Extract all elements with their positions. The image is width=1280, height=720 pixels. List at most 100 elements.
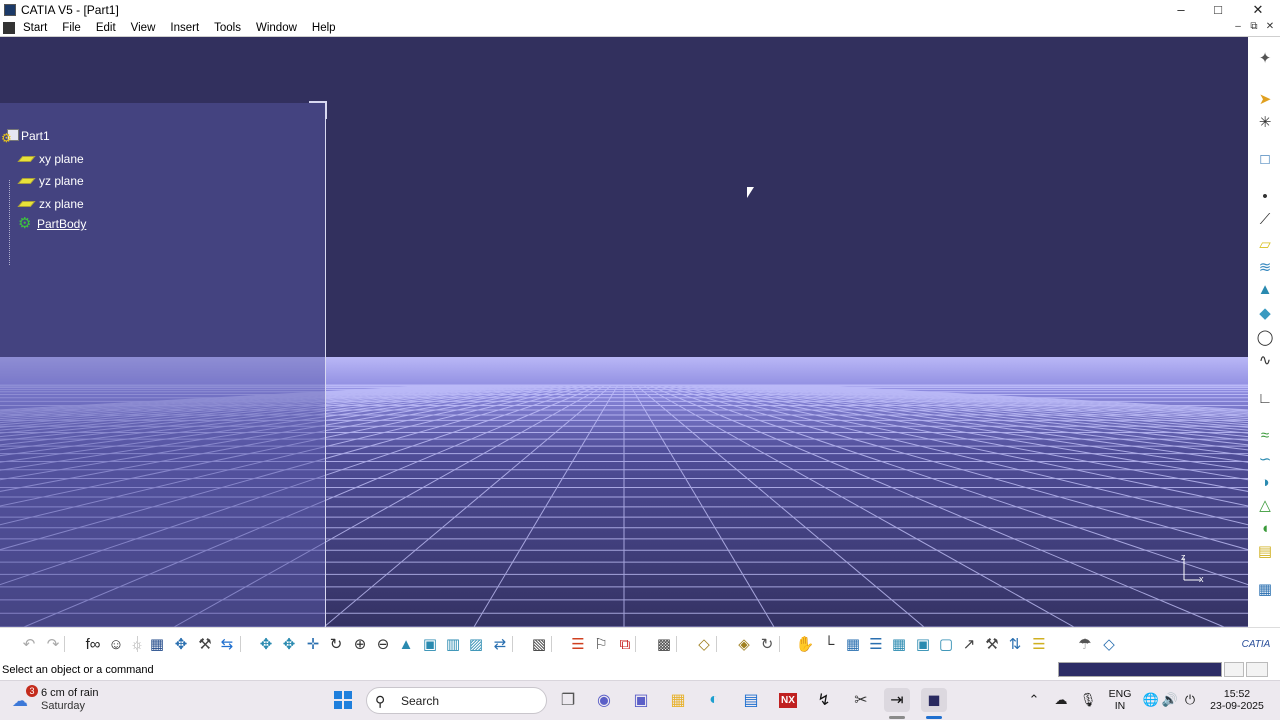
sketcher-icon[interactable]: ✳ xyxy=(1256,114,1274,132)
sweep-icon[interactable]: ∽ xyxy=(1256,451,1274,469)
properties-icon[interactable]: ☰ xyxy=(569,636,587,654)
redo-icon[interactable]: ↷ xyxy=(44,636,62,654)
tree-node-yz-plane[interactable]: yz plane xyxy=(17,174,84,188)
multi-section-icon[interactable]: △ xyxy=(1256,497,1274,515)
zoom-in-icon[interactable]: ⊕ xyxy=(351,636,369,654)
swap-icon[interactable]: ⇄ xyxy=(491,636,509,654)
update-icon[interactable]: ↻ xyxy=(758,636,776,654)
grid-icon[interactable]: ▦ xyxy=(844,636,862,654)
menu-tools[interactable]: Tools xyxy=(214,22,241,34)
store-icon[interactable]: ▤ xyxy=(738,688,764,712)
knowledge-icon[interactable]: ☺ xyxy=(107,636,125,654)
tree-node-part1[interactable]: Part1 xyxy=(1,129,50,145)
catia-icon[interactable]: ◼ xyxy=(921,688,947,712)
snapshot-icon[interactable]: ⧉ xyxy=(616,636,634,654)
battery-icon[interactable]: ⏻ xyxy=(1182,691,1198,709)
snipping-tool-icon[interactable]: ✂ xyxy=(848,688,874,712)
explode-icon[interactable]: ✋ xyxy=(796,636,815,654)
volume-icon[interactable]: 🔊 xyxy=(1162,691,1178,709)
chevron-up-icon[interactable]: ⌃ xyxy=(1026,691,1042,709)
point-icon[interactable]: • xyxy=(1256,188,1274,206)
nx-icon[interactable]: NX xyxy=(775,688,801,712)
catalog-browser-icon[interactable]: ☰ xyxy=(1030,636,1048,654)
projection-icon[interactable]: ≋ xyxy=(1256,259,1274,277)
clock[interactable]: 15:52 23-09-2025 xyxy=(1208,688,1266,712)
fill-icon[interactable]: ≈ xyxy=(1256,427,1274,445)
layer-icon[interactable]: ▧ xyxy=(530,636,548,654)
intersection-icon[interactable]: ◆ xyxy=(1256,305,1274,323)
menu-edit[interactable]: Edit xyxy=(96,22,116,34)
doc-minimize-button[interactable]: – xyxy=(1231,21,1245,32)
rotate-icon[interactable]: ↻ xyxy=(327,636,345,654)
microphone-icon[interactable]: 🎙 xyxy=(1080,691,1097,709)
teams-icon[interactable]: ▣ xyxy=(628,688,654,712)
tree-icon[interactable]: ✥ xyxy=(172,636,190,654)
line-icon[interactable]: ⟋ xyxy=(1256,211,1274,229)
catalog-icon[interactable]: ▦ xyxy=(1256,581,1274,599)
axis-system-icon[interactable]: └ xyxy=(820,636,838,654)
command-input[interactable] xyxy=(1058,662,1222,677)
plane-icon[interactable]: ▱ xyxy=(1256,236,1274,254)
terminal-icon[interactable]: ⇥ xyxy=(884,688,910,712)
edge-icon[interactable]: ◐ xyxy=(701,688,727,712)
hide-show-icon[interactable]: ▨ xyxy=(467,636,485,654)
isometric-icon[interactable]: ▣ xyxy=(421,636,439,654)
solidworks-icon[interactable]: ↯ xyxy=(811,688,837,712)
start-button[interactable] xyxy=(330,688,356,712)
3d-viewport[interactable]: Part1 xy plane yz plane zx plane ⚙ PartB… xyxy=(0,37,1248,627)
geometry-icon[interactable]: ◇ xyxy=(1100,636,1118,654)
onedrive-icon[interactable]: ☁ xyxy=(1053,691,1069,709)
sketch-tools-icon[interactable]: ⚒ xyxy=(983,636,1001,654)
corner-icon[interactable]: ∟ xyxy=(1256,390,1274,408)
chat-icon[interactable]: ◉ xyxy=(591,688,617,712)
dimension-icon[interactable]: ↗ xyxy=(960,636,978,654)
constraint-icon[interactable]: ⚐ xyxy=(592,636,610,654)
command-options-button[interactable] xyxy=(1246,662,1268,677)
dimension-parameters-icon[interactable]: ☂ xyxy=(1076,636,1094,654)
undo-icon[interactable]: ↶ xyxy=(20,636,38,654)
pan-icon[interactable]: ✥ xyxy=(257,636,275,654)
analysis-icon[interactable]: ▩ xyxy=(655,636,673,654)
menu-window[interactable]: Window xyxy=(256,22,297,34)
move-icon[interactable]: ✛ xyxy=(304,636,322,654)
scan-icon[interactable]: ⇅ xyxy=(1006,636,1024,654)
zoom-out-icon[interactable]: ⊖ xyxy=(374,636,392,654)
formula-icon[interactable]: f∞ xyxy=(84,636,102,654)
menu-view[interactable]: View xyxy=(131,22,156,34)
table-icon[interactable]: ▦ xyxy=(148,636,166,654)
section-icon[interactable]: ▣ xyxy=(914,636,932,654)
menu-start[interactable]: Start xyxy=(23,22,47,34)
fly-icon[interactable]: ☰ xyxy=(867,636,885,654)
tree-node-xy-plane[interactable]: xy plane xyxy=(17,152,84,166)
task-view-icon[interactable]: ❐ xyxy=(555,688,581,712)
file-explorer-icon[interactable]: ▦ xyxy=(665,688,691,712)
menu-file[interactable]: File xyxy=(62,22,81,34)
command-button[interactable] xyxy=(1224,662,1244,677)
language-indicator[interactable]: ENG IN xyxy=(1104,688,1136,712)
maximize-button[interactable]: □ xyxy=(1198,0,1238,19)
doc-close-button[interactable]: ✕ xyxy=(1263,21,1277,32)
compass-icon[interactable]: ✦ xyxy=(1256,50,1274,68)
network-icon[interactable]: 🌐 xyxy=(1143,691,1159,709)
tree-node-partbody[interactable]: ⚙ PartBody xyxy=(18,216,86,231)
apply-material-icon[interactable]: ◈ xyxy=(735,636,753,654)
offset-icon[interactable]: ◑ xyxy=(1256,474,1274,492)
measure-icon[interactable]: ⇆ xyxy=(218,636,236,654)
fit-all-icon[interactable]: ✥ xyxy=(280,636,298,654)
render-style-icon[interactable]: ▥ xyxy=(444,636,462,654)
spline-icon[interactable]: ∿ xyxy=(1256,352,1274,370)
normal-view-icon[interactable]: ▲ xyxy=(397,636,415,654)
doc-restore-button[interactable]: ⧉ xyxy=(1247,21,1261,32)
taskbar-search[interactable]: ⚲ Search xyxy=(366,687,547,714)
mesh-icon[interactable]: ▦ xyxy=(890,636,908,654)
sketch-plane-icon[interactable]: □ xyxy=(1256,151,1274,169)
menu-help[interactable]: Help xyxy=(312,22,336,34)
extrude-icon[interactable]: ▲ xyxy=(1256,281,1274,299)
material-icon[interactable]: ◇ xyxy=(695,636,713,654)
minimize-button[interactable]: – xyxy=(1161,0,1201,19)
select-icon[interactable]: ➤ xyxy=(1256,91,1274,109)
blend-icon[interactable]: ▤ xyxy=(1256,543,1274,561)
compass-reset-icon[interactable]: ▢ xyxy=(937,636,955,654)
circle-icon[interactable]: ◯ xyxy=(1256,329,1274,347)
close-button[interactable]: ✕ xyxy=(1238,0,1278,19)
